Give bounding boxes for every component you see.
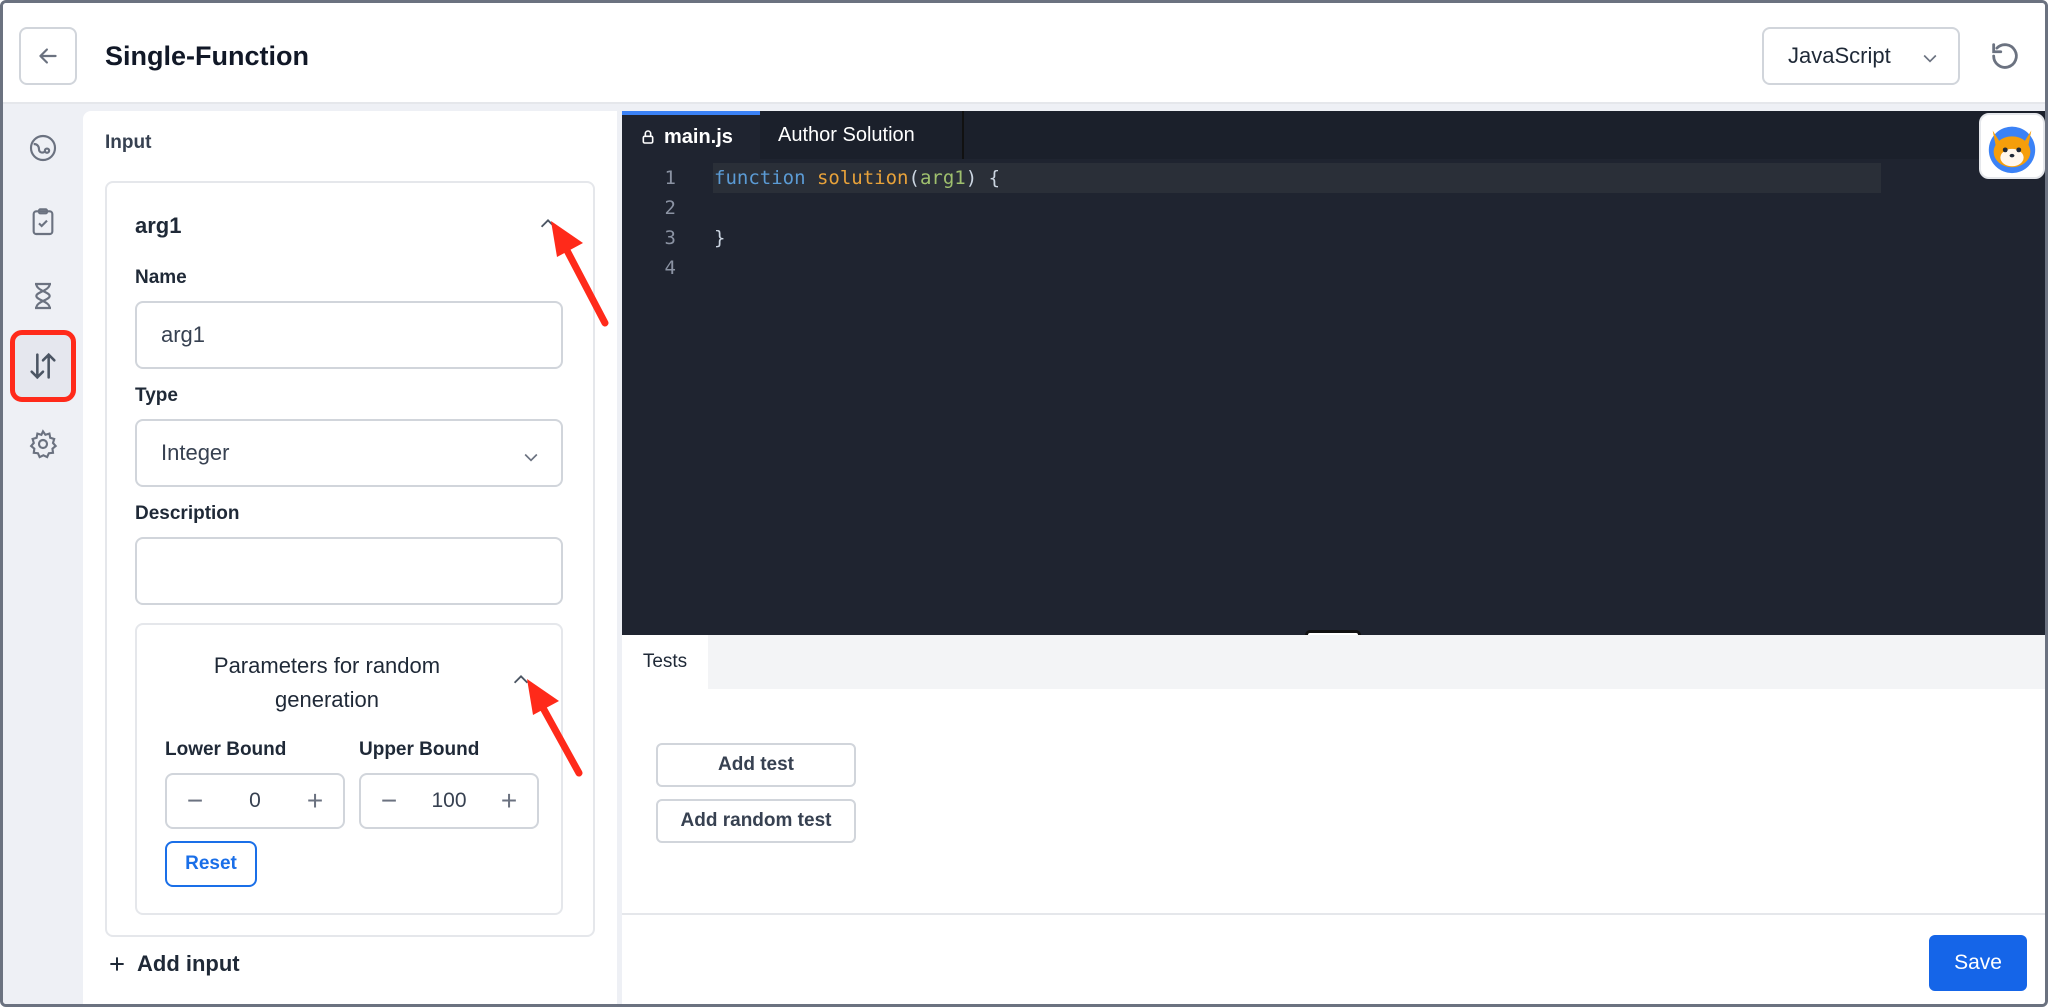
side-rail [3, 108, 81, 1004]
gear-icon [29, 429, 58, 459]
tab-main-js[interactable]: main.js [622, 111, 760, 159]
code-param: arg1 [919, 167, 966, 189]
back-button[interactable] [19, 27, 77, 85]
tests-panel: Tests Add test Add random test [622, 635, 2045, 915]
code-function-name: solution [816, 167, 909, 189]
type-select[interactable]: Integer [135, 419, 563, 487]
code-area[interactable]: 1 function solution(arg1) { 2 3 } 4 [622, 163, 2045, 283]
random-params-card: Parameters for random generation Lower B… [135, 623, 563, 915]
argument-header: arg1 [135, 213, 182, 238]
clipboard-check-icon [32, 208, 54, 236]
footer-bar [622, 915, 2045, 1004]
app-window: Single-Function JavaScript Input arg1 Na… [0, 0, 2048, 1007]
argument-card: arg1 Name arg1 Type Integer Description … [105, 181, 595, 937]
language-select[interactable]: JavaScript [1762, 27, 1960, 85]
page-title: Single-Function [105, 41, 309, 71]
add-input-button[interactable]: Add input [107, 951, 240, 977]
tab-author-solution-label: Author Solution [778, 123, 915, 146]
name-field[interactable]: arg1 [135, 301, 563, 369]
reset-bounds-button[interactable]: Reset [165, 841, 257, 887]
input-panel-title: Input [105, 132, 152, 153]
upper-bound-label: Upper Bound [359, 739, 480, 760]
code-open-paren: ( [908, 167, 920, 189]
upper-bound-decrement-button[interactable]: − [373, 785, 405, 817]
code-editor[interactable]: main.js Author Solution 1 function solut… [622, 111, 2045, 635]
code-line: 2 [622, 193, 2045, 223]
add-random-test-button[interactable]: Add random test [656, 799, 856, 843]
code-text: function solution(arg1) { [714, 163, 1000, 193]
tab-tests[interactable]: Tests [622, 635, 708, 689]
chevron-down-icon [1923, 54, 1937, 63]
upper-bound-increment-button[interactable]: + [493, 785, 525, 817]
rail-item-limits[interactable] [17, 270, 69, 322]
lower-bound-label: Lower Bound [165, 739, 287, 760]
rail-item-appearance[interactable] [17, 122, 69, 174]
line-number: 3 [664, 227, 676, 249]
input-panel: Input arg1 Name arg1 Type Integer Descri… [83, 111, 617, 1004]
code-close: ) { [965, 167, 1001, 189]
editor-tab-bar: main.js Author Solution [622, 111, 2045, 159]
save-button[interactable]: Save [1929, 935, 2027, 991]
code-line: 1 function solution(arg1) { [622, 163, 2045, 193]
random-params-title: Parameters for random generation [213, 653, 441, 712]
rail-item-input-output[interactable] [10, 330, 76, 402]
tab-author-solution[interactable]: Author Solution [760, 111, 964, 159]
name-label: Name [135, 267, 187, 288]
tests-tab-bar: Tests [622, 635, 2045, 689]
tab-main-js-label: main.js [664, 125, 733, 148]
lower-bound-stepper: − 0 + [165, 773, 345, 829]
line-number: 1 [664, 167, 676, 189]
line-number: 2 [664, 197, 676, 219]
description-label: Description [135, 503, 240, 524]
upper-bound-stepper: − 100 + [359, 773, 539, 829]
type-select-value: Integer [161, 440, 230, 465]
lower-bound-value[interactable]: 0 [217, 789, 293, 813]
rail-item-description[interactable] [17, 196, 69, 248]
plus-icon [110, 957, 124, 971]
palette-icon [29, 134, 57, 162]
rail-item-settings[interactable] [17, 418, 69, 470]
chevron-down-icon [524, 453, 538, 462]
reset-code-icon[interactable] [1988, 39, 2022, 73]
fox-mascot-icon [1988, 126, 2036, 174]
code-line: 4 [622, 253, 2045, 283]
chevron-up-icon[interactable] [510, 669, 532, 691]
add-input-label: Add input [137, 951, 240, 976]
code-keyword: function [714, 167, 806, 189]
arrow-left-icon [39, 48, 57, 64]
lower-bound-decrement-button[interactable]: − [179, 785, 211, 817]
hourglass-icon [35, 282, 51, 310]
arrows-up-down-icon [30, 352, 56, 380]
assistant-avatar[interactable] [1979, 113, 2045, 179]
add-test-button[interactable]: Add test [656, 743, 856, 787]
line-number: 4 [664, 257, 676, 279]
description-field[interactable] [135, 537, 563, 605]
header-bar: Single-Function JavaScript [3, 3, 2045, 104]
lower-bound-increment-button[interactable]: + [299, 785, 331, 817]
lock-icon [642, 130, 654, 144]
code-line: 3 } [622, 223, 2045, 253]
upper-bound-value[interactable]: 100 [411, 789, 487, 813]
chevron-up-icon[interactable] [537, 213, 559, 235]
code-text: } [714, 227, 726, 249]
type-label: Type [135, 385, 178, 406]
language-select-value: JavaScript [1788, 43, 1891, 68]
